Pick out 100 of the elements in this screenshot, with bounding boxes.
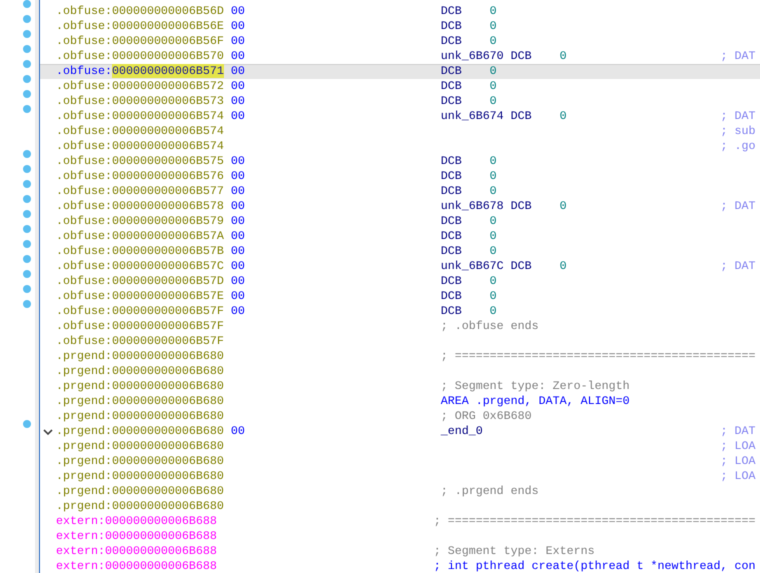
listing-row[interactable]: extern:000000000006B688 ; Segment type: Externs xyxy=(40,544,760,559)
dot-icon[interactable] xyxy=(23,0,31,8)
listing-row[interactable]: .obfuse:000000000006B56F 00 DCB 0 xyxy=(40,34,760,49)
listing-row[interactable]: .obfuse:000000000006B575 00 DCB 0 xyxy=(40,154,760,169)
listing-row[interactable]: .obfuse:000000000006B570 00 unk_6B670 DCB 0 ; DAT xyxy=(40,49,760,64)
instruction-text: DCB 0 xyxy=(440,64,497,79)
byte-value: 00 xyxy=(230,244,245,258)
listing-row[interactable]: .obfuse:000000000006B56E 00 DCB 0 xyxy=(40,19,760,34)
listing-row[interactable]: .obfuse:000000000006B574 ; .go xyxy=(40,139,760,154)
byte-value: 00 xyxy=(230,229,245,243)
comment-text: ; sub xyxy=(720,124,756,139)
instruction-text: DCB 0 xyxy=(440,244,497,259)
listing-row[interactable]: .obfuse:000000000006B578 00 unk_6B678 DCB 0 ; DAT xyxy=(40,199,760,214)
address-text: extern:000000000006B688 xyxy=(56,514,217,529)
address-text: .obfuse:000000000006B577 xyxy=(56,184,224,199)
listing-row[interactable]: .obfuse:000000000006B574 00 unk_6B674 DCB 0 ; DAT xyxy=(40,109,760,124)
address-text: .obfuse:000000000006B575 xyxy=(56,154,224,169)
chevron-down-icon[interactable] xyxy=(43,428,53,436)
listing-row[interactable]: .obfuse:000000000006B574 ; sub xyxy=(40,124,760,139)
comment-text: ; LOA xyxy=(720,454,756,469)
instruction-text: DCB 0 xyxy=(440,79,497,94)
listing-row[interactable]: .obfuse:000000000006B57D 00 DCB 0 xyxy=(40,274,760,289)
address-text: .obfuse:000000000006B56E xyxy=(56,19,224,34)
instruction-text: DCB 0 xyxy=(440,19,497,34)
dot-icon[interactable] xyxy=(23,420,31,428)
dot-icon[interactable] xyxy=(23,180,31,188)
instruction-text: ; ============================================ xyxy=(434,514,756,529)
address-text: .obfuse:000000000006B57D xyxy=(56,274,224,289)
address-text: .prgend:000000000006B680 xyxy=(56,394,224,409)
comment-text: ; DAT xyxy=(720,49,756,64)
instruction-text: ; int pthread create(pthread t *newthread, con xyxy=(434,559,756,573)
dot-icon[interactable] xyxy=(23,195,31,203)
instruction-text: ; .prgend ends xyxy=(440,484,539,499)
listing-row[interactable]: .prgend:000000000006B680 AREA .prgend, DATA, ALIGN=0 xyxy=(40,394,760,409)
address-text: extern:000000000006B688 xyxy=(56,529,217,544)
listing-row[interactable]: .obfuse:000000000006B57F ; .obfuse ends xyxy=(40,319,760,334)
listing-row[interactable]: .prgend:000000000006B680 ; .prgend ends xyxy=(40,484,760,499)
comment-text: ; DAT xyxy=(720,109,756,124)
instruction-text: unk_6B670 DCB 0 xyxy=(440,49,567,64)
address-text: .obfuse:000000000006B571 xyxy=(56,64,224,79)
dot-icon[interactable] xyxy=(23,150,31,158)
listing-row[interactable]: .obfuse:000000000006B573 00 DCB 0 xyxy=(40,94,760,109)
dot-icon[interactable] xyxy=(23,210,31,218)
listing-row[interactable]: .obfuse:000000000006B56D 00 DCB 0 xyxy=(40,4,760,19)
instruction-text: DCB 0 xyxy=(440,4,497,19)
address-text: .obfuse:000000000006B574 xyxy=(56,139,224,154)
dot-icon[interactable] xyxy=(23,30,31,38)
dot-icon[interactable] xyxy=(23,45,31,53)
listing-row[interactable]: .prgend:000000000006B680 xyxy=(40,499,760,514)
listing-row[interactable]: .obfuse:000000000006B57E 00 DCB 0 xyxy=(40,289,760,304)
dot-icon[interactable] xyxy=(23,60,31,68)
dot-icon[interactable] xyxy=(23,285,31,293)
listing-row[interactable]: .prgend:000000000006B680 ; LOA xyxy=(40,454,760,469)
listing-row[interactable]: .obfuse:000000000006B577 00 DCB 0 xyxy=(40,184,760,199)
address-text: .obfuse:000000000006B572 xyxy=(56,79,224,94)
listing-row[interactable]: .obfuse:000000000006B579 00 DCB 0 xyxy=(40,214,760,229)
dot-icon[interactable] xyxy=(23,165,31,173)
listing-row[interactable]: .obfuse:000000000006B576 00 DCB 0 xyxy=(40,169,760,184)
listing-row[interactable]: .prgend:000000000006B680 xyxy=(40,364,760,379)
byte-value: 00 xyxy=(230,109,245,123)
dot-icon[interactable] xyxy=(23,270,31,278)
byte-value: 00 xyxy=(230,94,245,108)
byte-value: 00 xyxy=(230,154,245,168)
listing-row[interactable]: .obfuse:000000000006B57B 00 DCB 0 xyxy=(40,244,760,259)
dot-icon[interactable] xyxy=(23,15,31,23)
listing-row[interactable]: .prgend:000000000006B680 ; LOA xyxy=(40,439,760,454)
listing-row[interactable]: extern:000000000006B688 ; int pthread create(pthread t *newthread, con xyxy=(40,559,760,573)
address-text: .obfuse:000000000006B574 xyxy=(56,124,224,139)
dot-icon[interactable] xyxy=(23,300,31,308)
listing-row[interactable]: .obfuse:000000000006B57C 00 unk_6B67C DCB 0 ; DAT xyxy=(40,259,760,274)
listing-row[interactable]: .obfuse:000000000006B572 00 DCB 0 xyxy=(40,79,760,94)
address-text: .prgend:000000000006B680 xyxy=(56,424,224,439)
listing-row[interactable]: .prgend:000000000006B680 ; ORG 0x6B680 xyxy=(40,409,760,424)
listing-row[interactable]: .obfuse:000000000006B57A 00 DCB 0 xyxy=(40,229,760,244)
byte-value: 00 xyxy=(230,274,245,288)
listing-row[interactable]: .prgend:000000000006B680 ; LOA xyxy=(40,469,760,484)
address-text: extern:000000000006B688 xyxy=(56,559,217,573)
dot-icon[interactable] xyxy=(23,225,31,233)
listing-row[interactable]: .prgend:000000000006B680 ; Segment type: Zero-length xyxy=(40,379,760,394)
dot-icon[interactable] xyxy=(23,105,31,113)
instruction-text: ; .obfuse ends xyxy=(440,319,539,334)
listing-row[interactable]: .prgend:000000000006B680 ; =========================================== xyxy=(40,349,760,364)
instruction-text: DCB 0 xyxy=(440,274,497,289)
instruction-text: DCB 0 xyxy=(440,289,497,304)
address-text: .prgend:000000000006B680 xyxy=(56,469,224,484)
dot-icon[interactable] xyxy=(23,90,31,98)
listing-row[interactable]: .obfuse:000000000006B57F xyxy=(40,334,760,349)
instruction-text: ; ORG 0x6B680 xyxy=(440,409,532,424)
instruction-text: DCB 0 xyxy=(440,304,497,319)
comment-text: ; .go xyxy=(720,139,756,154)
instruction-text: DCB 0 xyxy=(440,154,497,169)
dot-icon[interactable] xyxy=(23,75,31,83)
dot-icon[interactable] xyxy=(23,255,31,263)
address-text: .obfuse:000000000006B573 xyxy=(56,94,224,109)
listing-row[interactable]: .prgend:000000000006B680 00 _end_0 ; DAT xyxy=(40,424,760,439)
listing-row[interactable]: extern:000000000006B688 ; ============================================ xyxy=(40,514,760,529)
dot-icon[interactable] xyxy=(23,240,31,248)
address-text: .prgend:000000000006B680 xyxy=(56,409,224,424)
listing-row[interactable]: .obfuse:000000000006B57F 00 DCB 0 xyxy=(40,304,760,319)
selected-row[interactable]: .obfuse:000000000006B571 00 DCB 0 xyxy=(40,64,760,79)
